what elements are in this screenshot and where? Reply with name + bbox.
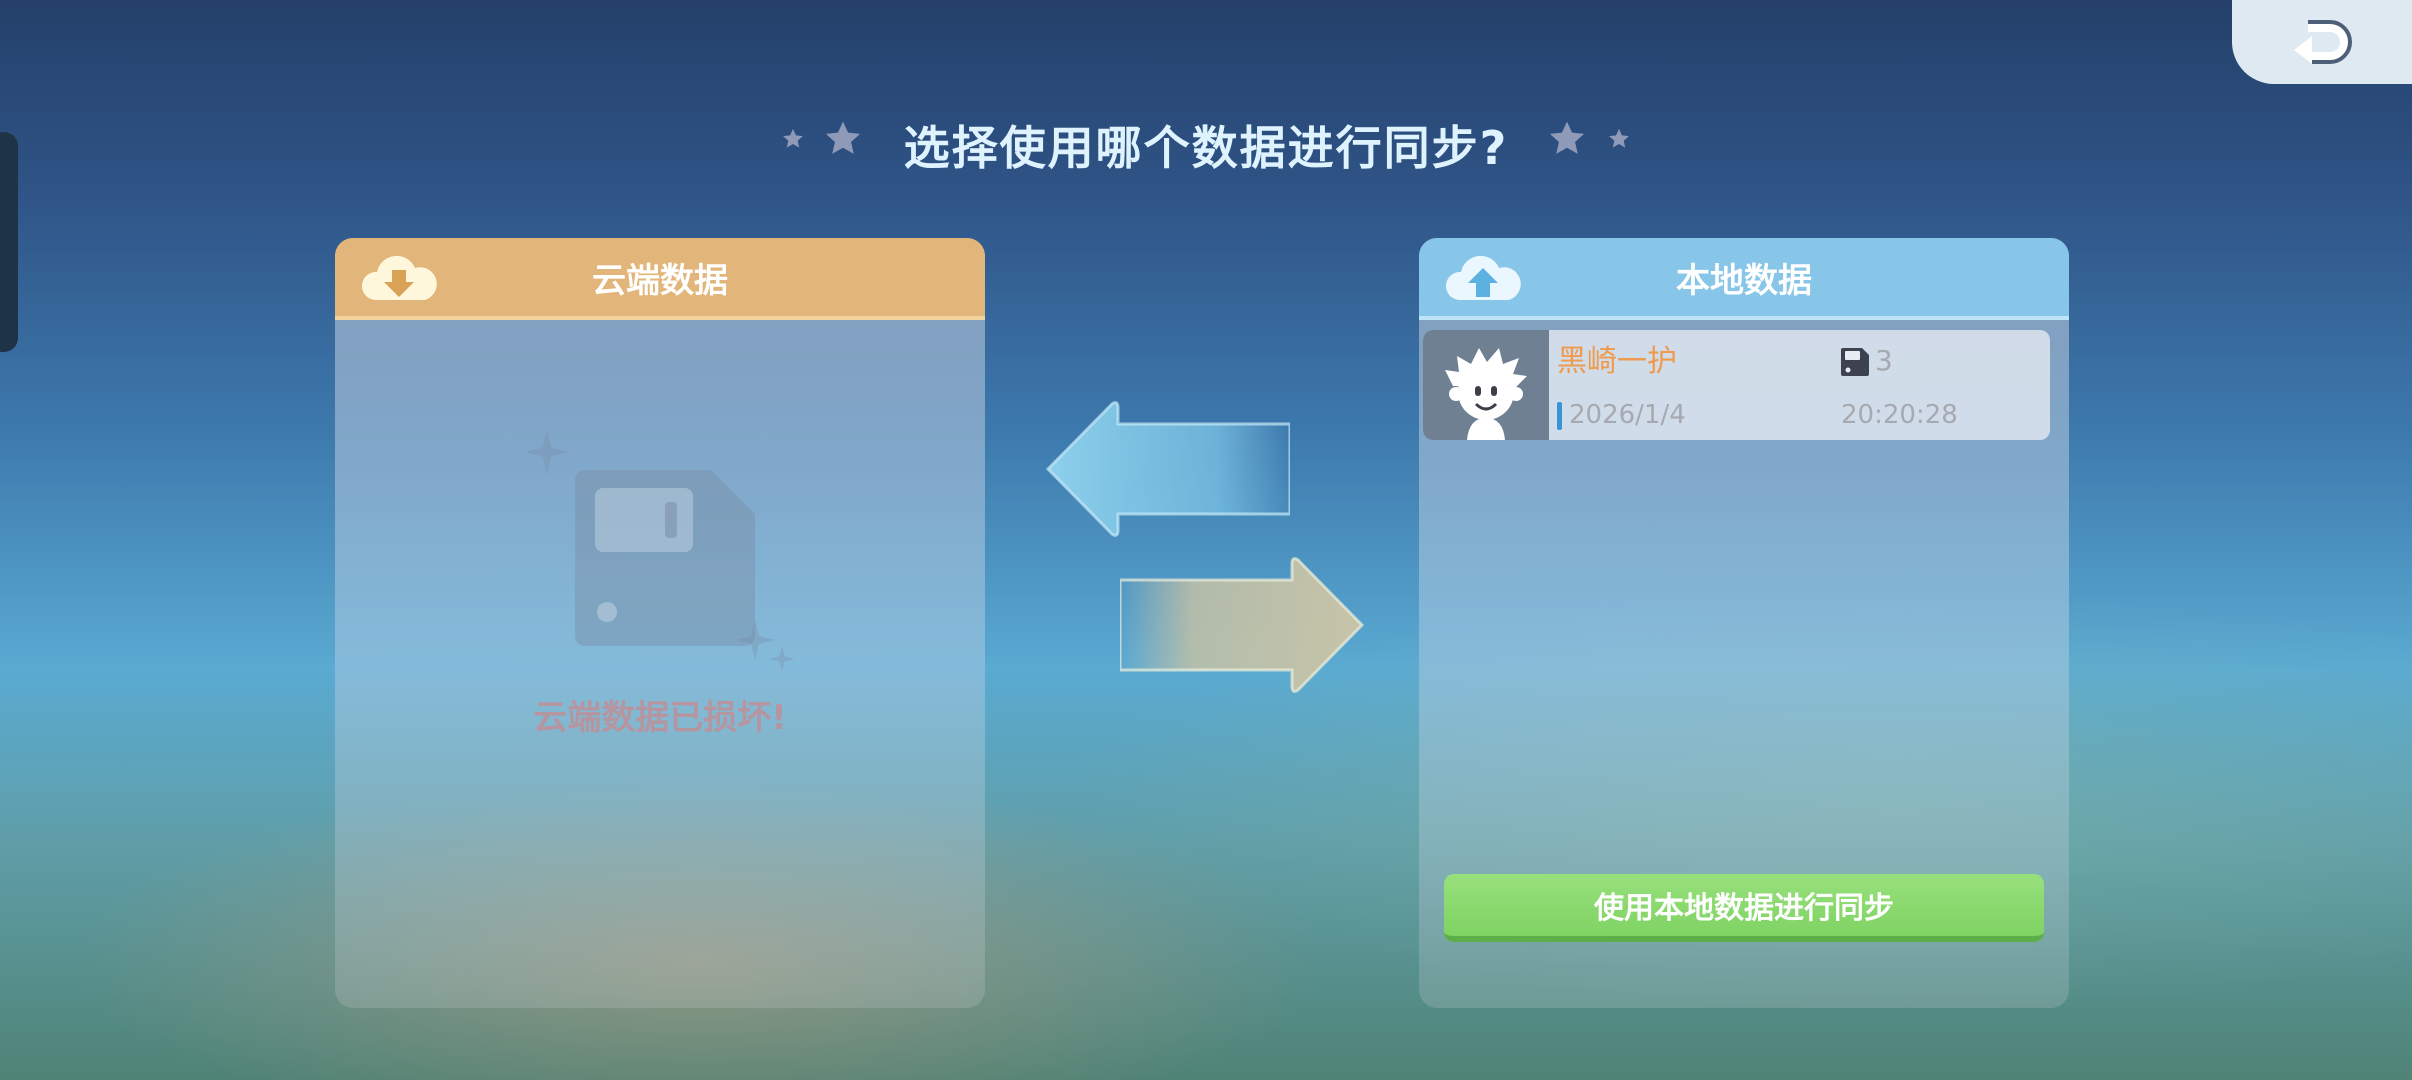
star-icon bbox=[1609, 128, 1629, 148]
cloud-data-panel[interactable]: 云端数据 云端数据已损坏! bbox=[335, 238, 985, 1008]
save-slot-number: 3 bbox=[1875, 344, 1893, 377]
local-panel-header: 本地数据 bbox=[1419, 238, 2069, 320]
local-panel-title: 本地数据 bbox=[1676, 260, 1812, 301]
player-name: 黑崎一护 bbox=[1557, 344, 1677, 379]
save-time: 20:20:28 bbox=[1841, 400, 1958, 430]
date-marker bbox=[1557, 402, 1562, 430]
avatar bbox=[1423, 330, 1549, 440]
sparkle-icon bbox=[525, 430, 569, 474]
floppy-disk-icon bbox=[575, 470, 755, 646]
save-date: 2026/1/4 bbox=[1569, 400, 1686, 430]
star-icon bbox=[1549, 121, 1585, 154]
cloud-panel-header: 云端数据 bbox=[335, 238, 985, 320]
cloud-panel-title: 云端数据 bbox=[592, 260, 728, 301]
sparkle-icon bbox=[769, 646, 795, 672]
back-return-icon bbox=[2294, 20, 2352, 64]
save-slot-card[interactable]: 黑崎一护 3 2026/1/4 20:20:28 bbox=[1423, 330, 2050, 440]
page-title: 选择使用哪个数据进行同步? bbox=[903, 121, 1509, 175]
use-local-data-sync-button[interactable]: 使用本地数据进行同步 bbox=[1444, 874, 2044, 942]
arrow-right-icon[interactable] bbox=[1120, 552, 1370, 698]
cloud-upload-icon bbox=[1445, 255, 1521, 300]
arrow-left-icon[interactable] bbox=[1040, 396, 1290, 542]
character-avatar-icon bbox=[1445, 348, 1527, 440]
cloud-data-broken-text: 云端数据已损坏! bbox=[533, 698, 787, 738]
local-data-panel[interactable]: 本地数据 黑崎一护 3 2026/1/4 20:20:28 使用本地数据进行同步 bbox=[1419, 238, 2069, 1008]
back-button[interactable] bbox=[2232, 0, 2412, 84]
broken-save-area: 云端数据已损坏! bbox=[335, 320, 985, 1008]
cloud-download-icon bbox=[361, 255, 437, 300]
floppy-disk-icon bbox=[1841, 348, 1869, 376]
